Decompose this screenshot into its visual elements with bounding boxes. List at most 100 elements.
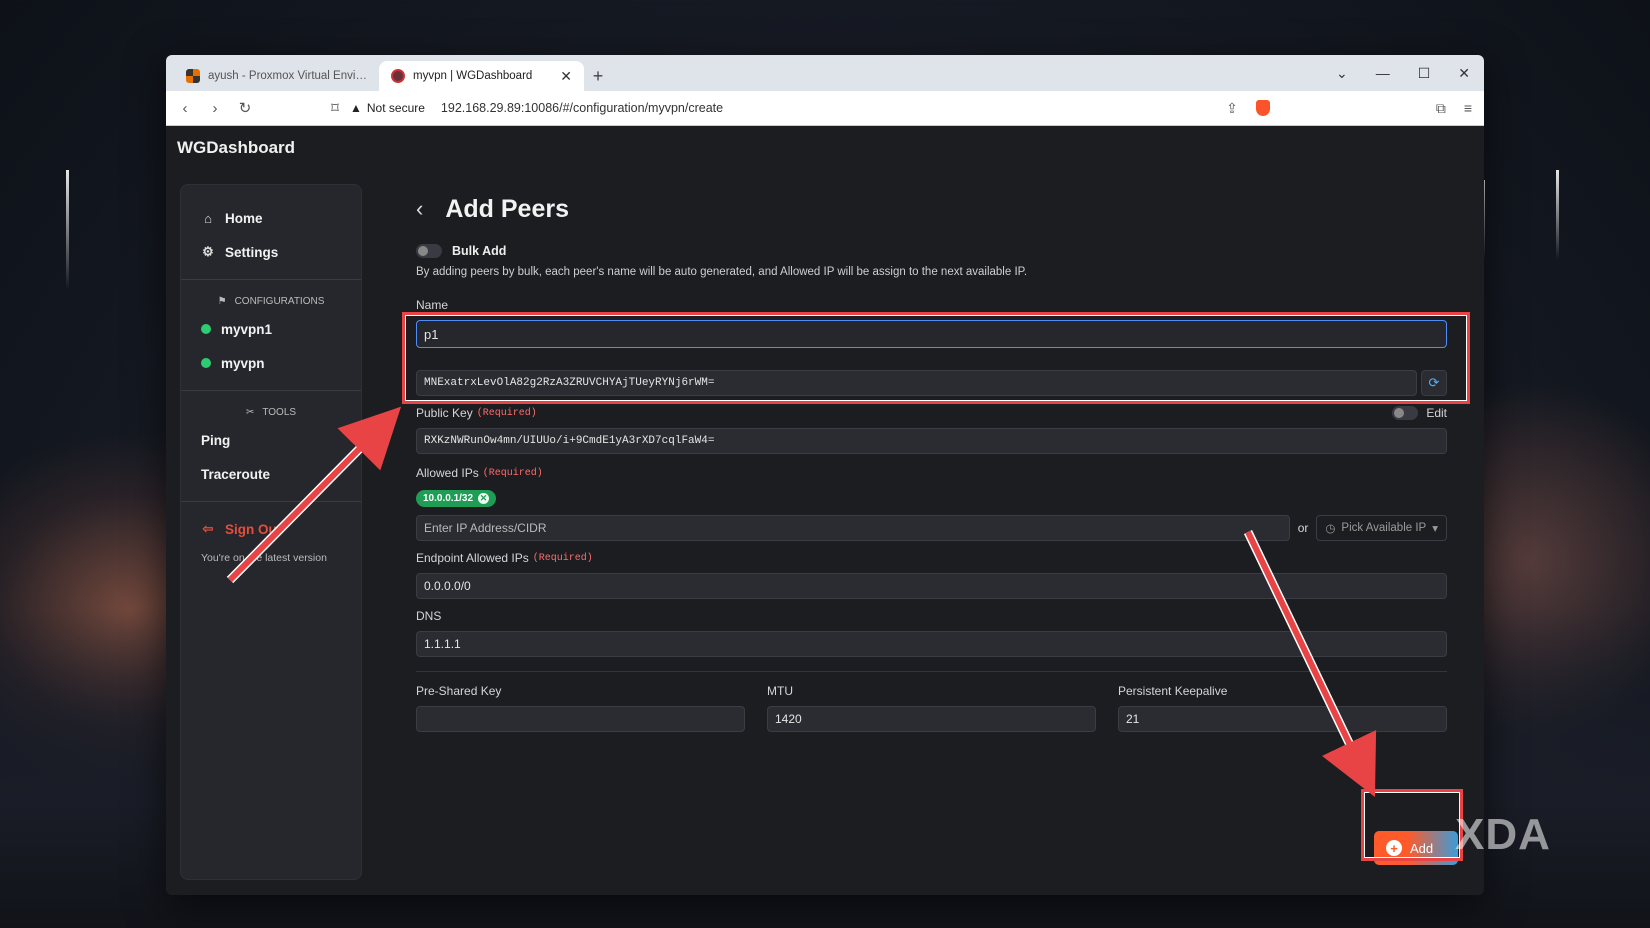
pick-available-ip-dropdown[interactable]: ◷ Pick Available IP ▾ — [1316, 515, 1447, 541]
sign-out-button[interactable]: ⇦ Sign Out — [181, 512, 361, 546]
dns-label: DNS — [416, 609, 442, 623]
gear-icon: ⚙ — [202, 244, 214, 259]
security-indicator[interactable]: ▲ Not secure — [350, 101, 425, 115]
tools-icon: ✂ — [245, 406, 255, 418]
sidebar-item-settings[interactable]: ⚙ Settings — [181, 235, 361, 269]
psk-group: Pre-Shared Key — [416, 684, 745, 732]
sidebar-item-label: myvpn1 — [221, 321, 273, 337]
proxmox-favicon-icon — [186, 69, 200, 83]
url-text[interactable]: 192.168.29.89:10086/#/configuration/myvp… — [441, 101, 723, 115]
tab-wgdashboard[interactable]: myvpn | WGDashboard ✕ — [379, 61, 584, 91]
address-bar[interactable]: ⌑ ▲ Not secure 192.168.29.89:10086/#/con… — [328, 99, 1210, 117]
extensions-icon[interactable]: ⧉ — [1436, 100, 1446, 117]
psk-label: Pre-Shared Key — [416, 684, 502, 698]
ip-input-row: Enter IP Address/CIDR or ◷ Pick Availabl… — [416, 515, 1447, 541]
forward-icon[interactable]: › — [208, 100, 222, 117]
browser-toolbar: ‹ › ↻ ⌑ ▲ Not secure 192.168.29.89:10086… — [166, 91, 1484, 126]
maximize-icon[interactable]: ☐ — [1418, 65, 1431, 82]
name-field-highlight — [402, 312, 1470, 404]
add-button-highlight — [1361, 789, 1463, 861]
menu-icon[interactable]: ≡ — [1464, 100, 1472, 116]
reload-icon[interactable]: ↻ — [238, 99, 252, 117]
sidebar-item-myvpn[interactable]: myvpn — [181, 346, 361, 380]
close-window-icon[interactable]: ✕ — [1458, 65, 1470, 82]
bulk-add-label: Bulk Add — [452, 244, 507, 258]
sidebar-item-label: Traceroute — [201, 466, 271, 482]
brave-shield-icon[interactable] — [1255, 100, 1270, 116]
background-star — [1556, 170, 1559, 260]
sidebar-item-ping[interactable]: Ping — [181, 423, 361, 457]
bulk-add-toggle[interactable] — [416, 244, 442, 258]
edit-public-key-toggle[interactable] — [1392, 406, 1419, 420]
close-tab-icon[interactable]: ✕ — [560, 68, 572, 85]
toolbar-right: ⇪ ⧉ ≡ — [1226, 100, 1472, 117]
sign-out-icon: ⇦ — [202, 521, 214, 536]
advanced-row: Pre-Shared Key MTU 1420 Persistent Keepa… — [416, 684, 1447, 732]
wgdashboard-favicon-icon — [391, 69, 405, 83]
mtu-input[interactable]: 1420 — [767, 706, 1096, 732]
wgdashboard-app: WGDashboard ⌂ Home ⚙ Settings ⚑ CONFIGUR… — [166, 126, 1484, 895]
tools-header: ✂ TOOLS — [245, 406, 297, 418]
back-chevron-icon[interactable]: ‹ — [416, 196, 423, 222]
divider — [416, 671, 1447, 672]
sidebar-item-label: Settings — [225, 244, 279, 260]
tab-title: ayush - Proxmox Virtual Environme — [208, 70, 367, 82]
remove-ip-icon[interactable]: ✕ — [478, 493, 490, 504]
warning-icon: ▲ — [350, 101, 362, 115]
pre-shared-key-input[interactable] — [416, 706, 745, 732]
back-icon[interactable]: ‹ — [178, 100, 192, 117]
allowed-ips-chips: 10.0.0.1/32 ✕ — [416, 488, 1460, 507]
allowed-ip-chip[interactable]: 10.0.0.1/32 ✕ — [416, 490, 497, 507]
divider — [181, 279, 361, 280]
tab-proxmox[interactable]: ayush - Proxmox Virtual Environme — [174, 61, 379, 91]
sign-out-label: Sign Out — [225, 521, 282, 537]
ip-address-input[interactable]: Enter IP Address/CIDR — [416, 515, 1290, 541]
status-online-icon — [201, 324, 211, 334]
public-key-header: Public Key (Required) Edit — [416, 406, 1447, 420]
sidebar-item-traceroute[interactable]: Traceroute — [181, 457, 361, 491]
page-header: ‹ Add Peers — [416, 184, 1460, 234]
page-title: Add Peers — [445, 194, 569, 223]
configurations-header: ⚑ CONFIGURATIONS — [217, 295, 325, 307]
bookmark-icon[interactable]: ⌑ — [328, 99, 342, 117]
divider — [181, 501, 361, 502]
sidebar: ⌂ Home ⚙ Settings ⚑ CONFIGURATIONS myvpn… — [180, 184, 362, 880]
share-icon[interactable]: ⇪ — [1226, 100, 1238, 117]
sidebar-item-myvpn1[interactable]: myvpn1 — [181, 312, 361, 346]
required-tag: (Required) — [476, 407, 537, 419]
edit-label: Edit — [1426, 406, 1447, 420]
xda-watermark: XDA — [1455, 810, 1551, 859]
endpoint-allowed-ips-input[interactable]: 0.0.0.0/0 — [416, 573, 1447, 599]
mtu-label: MTU — [767, 684, 793, 698]
public-key-input[interactable]: RXKzNWRunOw4mn/UIUUo/i+9CmdE1yA3rXD7cqlF… — [416, 428, 1447, 454]
bulk-add-row: Bulk Add — [416, 244, 1460, 258]
background-star — [66, 170, 69, 290]
flag-icon: ⚑ — [217, 295, 227, 307]
tab-title: myvpn | WGDashboard — [413, 70, 533, 82]
or-label: or — [1297, 521, 1309, 535]
add-peers-panel: ‹ Add Peers Bulk Add By adding peers by … — [406, 184, 1460, 732]
divider — [181, 390, 361, 391]
persistent-keepalive-input[interactable]: 21 — [1118, 706, 1447, 732]
status-online-icon — [201, 358, 211, 368]
browser-window: ayush - Proxmox Virtual Environme myvpn … — [166, 55, 1484, 895]
version-note: You're on the latest version — [201, 552, 327, 564]
dns-input[interactable]: 1.1.1.1 — [416, 631, 1447, 657]
security-label: Not secure — [366, 101, 425, 115]
tab-search-icon[interactable]: ⌄ — [1336, 65, 1348, 82]
sidebar-item-label: Ping — [201, 432, 231, 448]
bulk-help-text: By adding peers by bulk, each peer's nam… — [416, 266, 1028, 278]
sidebar-item-home[interactable]: ⌂ Home — [181, 201, 361, 235]
public-key-label: Public Key (Required) — [416, 406, 537, 420]
name-label: Name — [416, 298, 449, 312]
tab-bar: ayush - Proxmox Virtual Environme myvpn … — [166, 55, 1484, 91]
mtu-group: MTU 1420 — [767, 684, 1096, 732]
window-controls: ⌄ — ☐ ✕ — [1336, 55, 1484, 91]
sidebar-item-label: myvpn — [221, 355, 265, 371]
edit-toggle-group: Edit — [1392, 406, 1447, 420]
new-tab-button[interactable]: + — [584, 61, 612, 91]
clock-icon: ◷ — [1325, 523, 1336, 535]
caret-down-icon: ▾ — [1432, 523, 1438, 535]
minimize-icon[interactable]: — — [1376, 65, 1390, 81]
keepalive-group: Persistent Keepalive 21 — [1118, 684, 1447, 732]
